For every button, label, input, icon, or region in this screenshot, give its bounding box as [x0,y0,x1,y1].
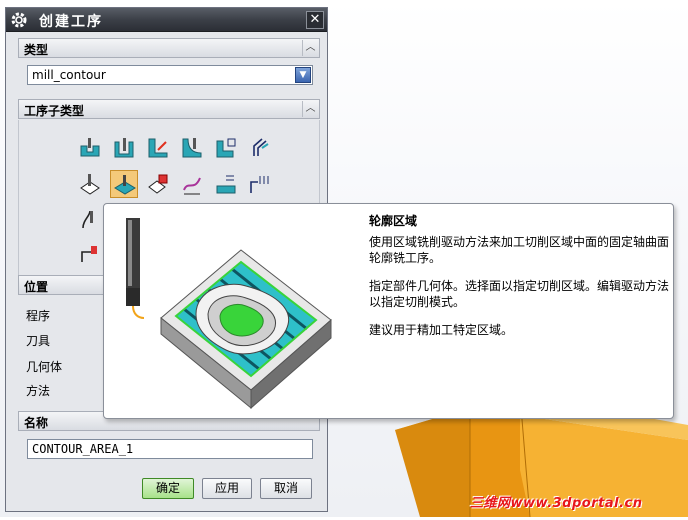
ok-button[interactable]: 确定 [142,478,194,499]
tooltip-line-2: 轮廓铣工序。 [369,251,442,265]
contour-surface-area-icon[interactable] [144,170,172,198]
name-section-label: 名称 [24,416,49,430]
cancel-button[interactable]: 取消 [260,478,312,499]
tooltip-line-3: 指定部件几何体。选择面以指定切削区域。编辑驱动方法 [369,279,670,293]
apply-button[interactable]: 应用 [202,478,252,499]
subtype-section-header[interactable]: 工序子类型 ︿ [18,99,320,119]
zlevel-profile-icon[interactable] [212,134,240,162]
geometry-label: 几何体 [26,360,63,374]
type-dropdown[interactable]: mill_contour ▼ [27,65,313,85]
subtype-section-label: 工序子类型 [24,104,85,118]
plunge-mill-icon[interactable] [110,134,138,162]
watermark-text: 三维网www.3dportal.cn [470,496,643,511]
tooltip-line-1: 使用区域铣削驱动方法来加工切削区域中面的固定轴曲面 [369,235,670,249]
tooltip-title: 轮廓区域 [369,214,418,228]
program-label: 程序 [26,309,51,323]
contour-area-non-steep-icon[interactable] [212,170,240,198]
streamline-icon[interactable] [178,170,206,198]
operation-tooltip: 轮廓区域 使用区域铣削驱动方法来加工切削区域中面的固定轴曲面 轮廓铣工序。 指定… [103,203,674,419]
tooltip-line-5: 建议用于精加工特定区域。 [369,323,514,337]
solid-profile-3d-icon[interactable] [76,240,104,268]
corner-rough-icon[interactable] [144,134,172,162]
contour-area-illustration [116,210,346,410]
zlevel-corner-icon[interactable] [246,134,274,162]
collapse-type-icon[interactable]: ︿ [302,40,318,56]
contour-area-icon[interactable] [110,170,138,198]
rest-mill-icon[interactable] [178,134,206,162]
dialog-titlebar[interactable]: 创建工序 ✕ [6,8,327,32]
fixed-contour-icon[interactable] [76,170,104,198]
cavity-mill-icon[interactable] [76,134,104,162]
close-button[interactable]: ✕ [306,11,324,29]
dialog-title: 创建工序 [39,14,103,30]
flowcut-single-icon[interactable] [76,206,104,234]
operation-name-input[interactable]: CONTOUR_AREA_1 [27,439,313,459]
gear-icon [10,11,28,29]
contour-area-dir-steep-icon[interactable] [246,170,274,198]
type-section-label: 类型 [24,43,49,57]
tooltip-line-4: 以指定切削模式。 [369,295,466,309]
location-section-label: 位置 [24,280,49,294]
chevron-down-icon[interactable]: ▼ [295,67,311,83]
type-section-header[interactable]: 类型 ︿ [18,38,320,58]
tool-label: 刀具 [26,334,51,348]
collapse-subtype-icon[interactable]: ︿ [302,101,318,117]
method-label: 方法 [26,384,51,398]
type-dropdown-value: mill_contour [32,68,106,82]
